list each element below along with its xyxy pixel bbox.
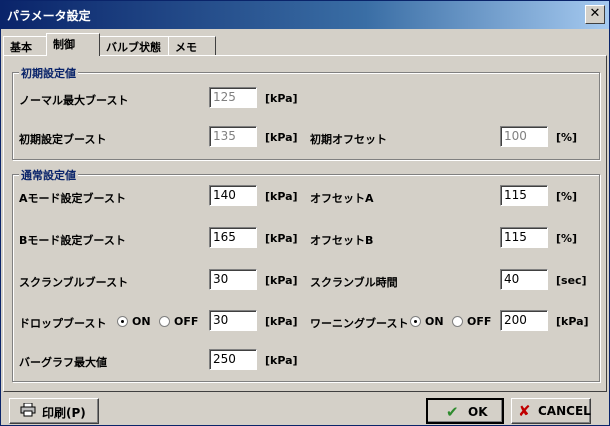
ok-button-label: OK <box>468 405 488 419</box>
group-title: 通常設定値 <box>19 167 78 183</box>
initial-offset-label: 初期オフセット <box>310 133 387 146</box>
normal-settings-group: 通常設定値 Aモード設定ブースト 140 [kPa] オフセットA 115 [%… <box>12 167 600 382</box>
drop-boost-off-radio[interactable] <box>159 316 170 327</box>
drop-boost-unit: [kPa] <box>265 315 298 328</box>
drop-boost-field[interactable]: 30 <box>209 310 257 331</box>
ok-button[interactable]: ✔ OK <box>426 398 504 424</box>
tab-basic[interactable]: 基本 <box>3 36 47 55</box>
offset-a-field[interactable]: 115 <box>500 185 548 206</box>
warning-boost-label: ワーニングブースト <box>310 317 409 330</box>
close-icon: ✕ <box>589 6 601 21</box>
scramble-boost-unit: [kPa] <box>265 274 298 287</box>
scramble-time-label: スクランブル時間 <box>310 276 398 289</box>
initial-offset-unit: [%] <box>556 131 578 144</box>
tab-memo[interactable]: メモ <box>168 36 216 55</box>
initial-offset-field[interactable]: 100 <box>500 126 548 147</box>
a-mode-boost-unit: [kPa] <box>265 190 298 203</box>
b-mode-boost-label: Bモード設定ブースト <box>19 234 126 247</box>
b-mode-boost-field[interactable]: 165 <box>209 227 257 248</box>
cancel-button[interactable]: ✘ CANCEL <box>511 398 591 424</box>
offset-b-label: オフセットB <box>310 234 374 247</box>
normal-max-boost-unit: [kPa] <box>265 92 298 105</box>
warning-boost-on-radio[interactable] <box>410 316 421 327</box>
bargraph-max-field[interactable]: 250 <box>209 349 257 370</box>
scramble-boost-field[interactable]: 30 <box>209 269 257 290</box>
initial-settings-group: 初期設定値 ノーマル最大ブースト 125 [kPa] 初期設定ブースト 135 … <box>12 65 600 160</box>
check-icon: ✔ <box>446 403 459 421</box>
tab-valve-status[interactable]: バルブ状態 <box>99 36 169 55</box>
scramble-time-unit: [sec] <box>556 274 587 287</box>
warning-boost-off-radio[interactable] <box>452 316 463 327</box>
a-mode-boost-label: Aモード設定ブースト <box>19 192 126 205</box>
tab-control[interactable]: 制御 <box>46 33 100 56</box>
scramble-boost-label: スクランブルブースト <box>19 276 129 289</box>
warning-boost-field[interactable]: 200 <box>500 310 548 331</box>
control-tab-panel: 初期設定値 ノーマル最大ブースト 125 [kPa] 初期設定ブースト 135 … <box>3 55 607 392</box>
group-title: 初期設定値 <box>19 65 78 81</box>
drop-boost-on-label[interactable]: ON <box>132 315 151 328</box>
bargraph-max-label: バーグラフ最大値 <box>19 356 107 369</box>
warning-boost-unit: [kPa] <box>556 315 589 328</box>
close-button[interactable]: ✕ <box>585 5 605 24</box>
drop-boost-off-label[interactable]: OFF <box>174 315 198 328</box>
bargraph-max-unit: [kPa] <box>265 354 298 367</box>
initial-boost-field[interactable]: 135 <box>209 126 257 147</box>
warning-boost-off-label[interactable]: OFF <box>467 315 491 328</box>
printer-icon <box>20 402 36 420</box>
warning-boost-on-label[interactable]: ON <box>425 315 444 328</box>
initial-boost-unit: [kPa] <box>265 131 298 144</box>
scramble-time-field[interactable]: 40 <box>500 269 548 290</box>
drop-boost-label: ドロップブースト <box>19 317 107 330</box>
offset-b-field[interactable]: 115 <box>500 227 548 248</box>
print-button-label: 印刷(P) <box>42 406 86 420</box>
cancel-button-label: CANCEL <box>538 404 591 418</box>
a-mode-boost-field[interactable]: 140 <box>209 185 257 206</box>
print-button[interactable]: 印刷(P) <box>9 398 99 424</box>
normal-max-boost-field[interactable]: 125 <box>209 87 257 108</box>
window-title: パラメータ設定 <box>7 9 91 23</box>
offset-a-unit: [%] <box>556 190 578 203</box>
b-mode-boost-unit: [kPa] <box>265 232 298 245</box>
normal-max-boost-label: ノーマル最大ブースト <box>19 94 129 107</box>
initial-boost-label: 初期設定ブースト <box>19 133 107 146</box>
drop-boost-on-radio[interactable] <box>117 316 128 327</box>
parameter-settings-window: パラメータ設定 ✕ 基本 制御 バルブ状態 メモ 初期設定値 ノーマル最大ブース… <box>0 0 610 426</box>
offset-b-unit: [%] <box>556 232 578 245</box>
offset-a-label: オフセットA <box>310 192 374 205</box>
x-icon: ✘ <box>518 402 531 420</box>
title-bar[interactable]: パラメータ設定 ✕ <box>1 1 609 29</box>
